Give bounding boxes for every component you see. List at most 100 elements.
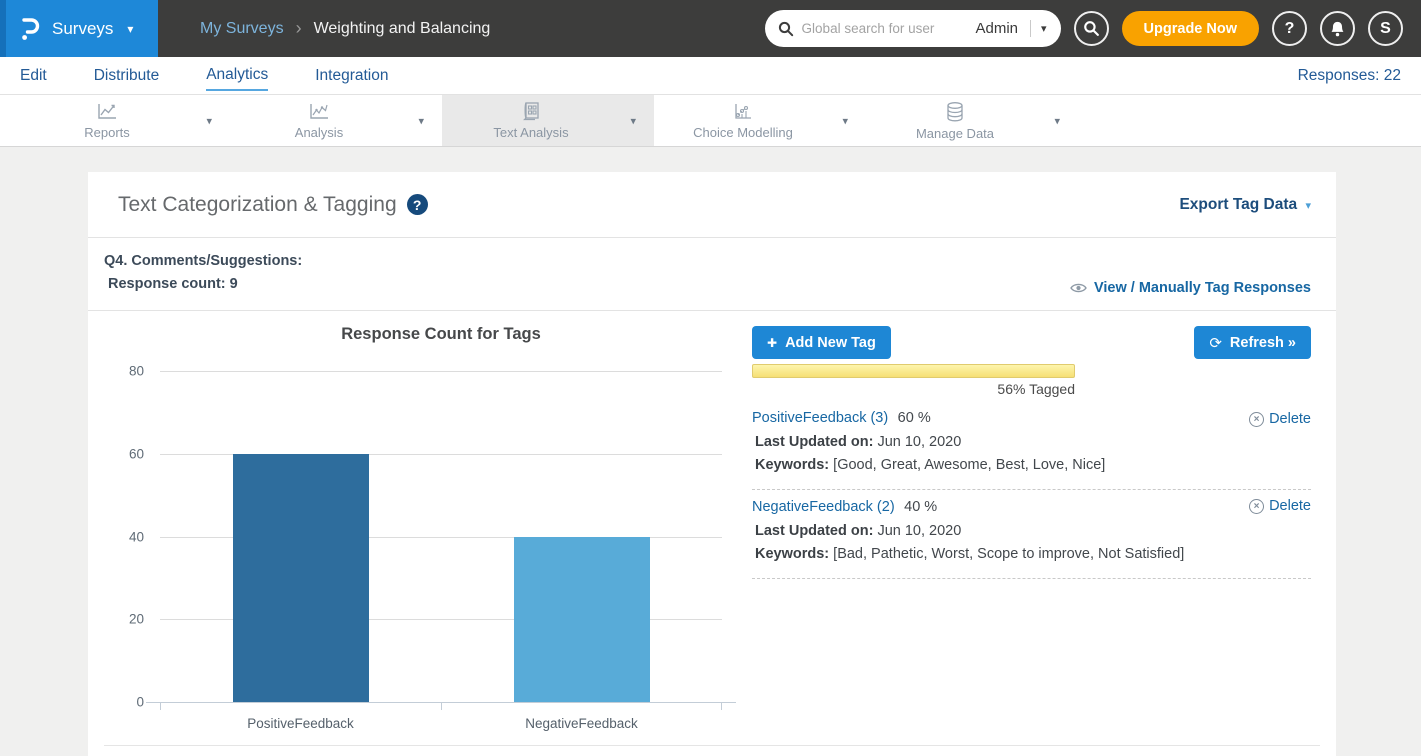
notifications-button[interactable] — [1320, 11, 1355, 46]
responses-count: Responses: 22 — [1298, 67, 1401, 85]
tag-name-link[interactable]: PositiveFeedback (3) — [752, 410, 888, 426]
search-scope-caret-icon[interactable]: ▾ — [1031, 22, 1057, 35]
delete-label: Delete — [1269, 498, 1311, 514]
tag-entry-negative: NegativeFeedback (2) 40 % × Delete Last … — [752, 490, 1311, 579]
questionpro-logo-icon — [18, 16, 42, 42]
toolbar-tab-analysis[interactable]: Analysis ▾ — [230, 95, 442, 146]
toolbar-tab-text-analysis[interactable]: Text Analysis ▾ — [442, 95, 654, 146]
chart-plot-area: 020406080PositiveFeedbackNegativeFeedbac… — [160, 371, 722, 702]
chart-title: Response Count for Tags — [160, 325, 722, 344]
keywords-label: Keywords: — [755, 457, 829, 473]
search-scope-selector[interactable]: Admin — [971, 20, 1031, 37]
tag-list: PositiveFeedback (3) 60 % × Delete Last … — [752, 403, 1311, 579]
breadcrumb-chevron-icon: › — [296, 18, 302, 39]
add-new-tag-button[interactable]: ✚ Add New Tag — [752, 326, 891, 359]
surveys-product-menu[interactable]: Surveys ▾ — [0, 0, 158, 57]
card-header: Text Categorization & Tagging ? Export T… — [88, 172, 1336, 238]
help-button[interactable]: ? — [1272, 11, 1307, 46]
tag-actions-row: ✚ Add New Tag ⟳ Refresh » — [752, 326, 1311, 359]
analysis-caret-icon[interactable]: ▾ — [418, 114, 424, 127]
tag-name-link[interactable]: NegativeFeedback (2) — [752, 499, 895, 515]
dot-chart-icon — [731, 102, 755, 122]
tag-percent: 40 % — [904, 499, 937, 515]
tag-updated-row: Last Updated on: Jun 10, 2020 — [752, 523, 1311, 539]
x-axis-category-label: PositiveFeedback — [160, 716, 441, 731]
export-caret-icon: ▾ — [1305, 200, 1311, 212]
tags-panel: ✚ Add New Tag ⟳ Refresh » 56% Tagged — [740, 311, 1336, 702]
toolbar-tab-choice-modelling[interactable]: Choice Modelling ▾ — [654, 95, 866, 146]
delete-tag-button[interactable]: × Delete — [1249, 498, 1311, 514]
question-info: Q4. Comments/Suggestions: Response count… — [104, 250, 302, 296]
x-axis-tick — [441, 702, 442, 710]
delete-circle-x-icon: × — [1249, 499, 1264, 514]
updated-value: Jun 10, 2020 — [873, 434, 961, 450]
gridline — [160, 371, 722, 372]
toolbar-tab-reports[interactable]: Reports ▾ — [18, 95, 230, 146]
toolbar-tab-label: Text Analysis — [493, 125, 568, 140]
tagged-percent-label: 56% Tagged — [752, 381, 1075, 397]
question-info-row: Q4. Comments/Suggestions: Response count… — [88, 238, 1336, 311]
updated-label: Last Updated on: — [755, 434, 873, 450]
response-count-chart: Response Count for Tags 020406080Positiv… — [88, 311, 740, 702]
toolbar-tab-label: Analysis — [295, 125, 343, 140]
export-tag-data-link[interactable]: Export Tag Data ▾ — [1179, 196, 1311, 214]
text-analysis-book-icon — [520, 101, 542, 122]
eye-icon — [1070, 282, 1087, 294]
scatter-chart-icon — [307, 102, 331, 122]
line-chart-icon — [95, 102, 119, 122]
view-manually-tag-link[interactable]: View / Manually Tag Responses — [1070, 280, 1311, 296]
choice-modelling-caret-icon[interactable]: ▾ — [842, 114, 848, 127]
tab-integration[interactable]: Integration — [315, 61, 388, 90]
toolbar-tab-manage-data[interactable]: Manage Data ▾ — [866, 95, 1078, 146]
y-axis-tick-label: 60 — [104, 446, 144, 461]
bar-positivefeedback — [233, 454, 369, 702]
top-header: Surveys ▾ My Surveys › Weighting and Bal… — [0, 0, 1421, 57]
search-icon — [778, 21, 794, 37]
user-avatar[interactable]: S — [1368, 11, 1403, 46]
delete-circle-x-icon: × — [1249, 412, 1264, 427]
upgrade-now-button[interactable]: Upgrade Now — [1122, 11, 1259, 46]
page-body: Text Categorization & Tagging ? Export T… — [0, 147, 1421, 756]
product-caret-icon: ▾ — [127, 22, 133, 36]
header-search-button[interactable] — [1074, 11, 1109, 46]
reports-caret-icon[interactable]: ▾ — [206, 114, 212, 127]
title-help-icon[interactable]: ? — [407, 194, 428, 215]
tab-analytics[interactable]: Analytics — [206, 60, 268, 91]
updated-value: Jun 10, 2020 — [873, 523, 961, 539]
tagging-progress-bar — [752, 364, 1075, 378]
text-tagging-card: Text Categorization & Tagging ? Export T… — [88, 172, 1336, 756]
global-search-input[interactable] — [802, 21, 972, 36]
manage-data-caret-icon[interactable]: ▾ — [1054, 114, 1060, 127]
tagging-progress: 56% Tagged — [752, 364, 1075, 397]
response-count-label: Response count: 9 — [104, 273, 302, 296]
toolbar-tab-label: Manage Data — [916, 126, 994, 141]
delete-tag-button[interactable]: × Delete — [1249, 411, 1311, 427]
card-bottom-divider — [104, 745, 1320, 746]
breadcrumb-my-surveys[interactable]: My Surveys — [200, 20, 284, 38]
y-axis-tick-label: 80 — [104, 364, 144, 379]
product-name: Surveys — [52, 19, 113, 39]
delete-label: Delete — [1269, 411, 1311, 427]
refresh-label: Refresh » — [1230, 335, 1296, 351]
keywords-label: Keywords: — [755, 546, 829, 562]
text-analysis-caret-icon[interactable]: ▾ — [630, 114, 636, 127]
tab-distribute[interactable]: Distribute — [94, 61, 159, 90]
card-content: Response Count for Tags 020406080Positiv… — [88, 311, 1336, 702]
tab-edit[interactable]: Edit — [20, 61, 47, 90]
keywords-value: [Bad, Pathetic, Worst, Scope to improve,… — [829, 546, 1184, 562]
tag-percent: 60 % — [898, 410, 931, 426]
app-window: Surveys ▾ My Surveys › Weighting and Bal… — [0, 0, 1421, 756]
y-axis-tick-label: 20 — [104, 612, 144, 627]
y-axis-tick-label: 0 — [104, 695, 144, 710]
breadcrumb: My Surveys › Weighting and Balancing — [200, 18, 490, 39]
updated-label: Last Updated on: — [755, 523, 873, 539]
tag-keywords-row: Keywords: [Bad, Pathetic, Worst, Scope t… — [752, 546, 1311, 562]
breadcrumb-current-survey: Weighting and Balancing — [314, 20, 491, 38]
question-label: Q4. Comments/Suggestions: — [104, 250, 302, 273]
keywords-value: [Good, Great, Awesome, Best, Love, Nice] — [829, 457, 1105, 473]
x-axis-tick — [160, 702, 161, 710]
header-actions: Admin ▾ Upgrade Now ? S — [765, 10, 1421, 47]
tag-updated-row: Last Updated on: Jun 10, 2020 — [752, 434, 1311, 450]
refresh-button[interactable]: ⟳ Refresh » — [1194, 326, 1311, 359]
y-axis-tick-label: 40 — [104, 529, 144, 544]
